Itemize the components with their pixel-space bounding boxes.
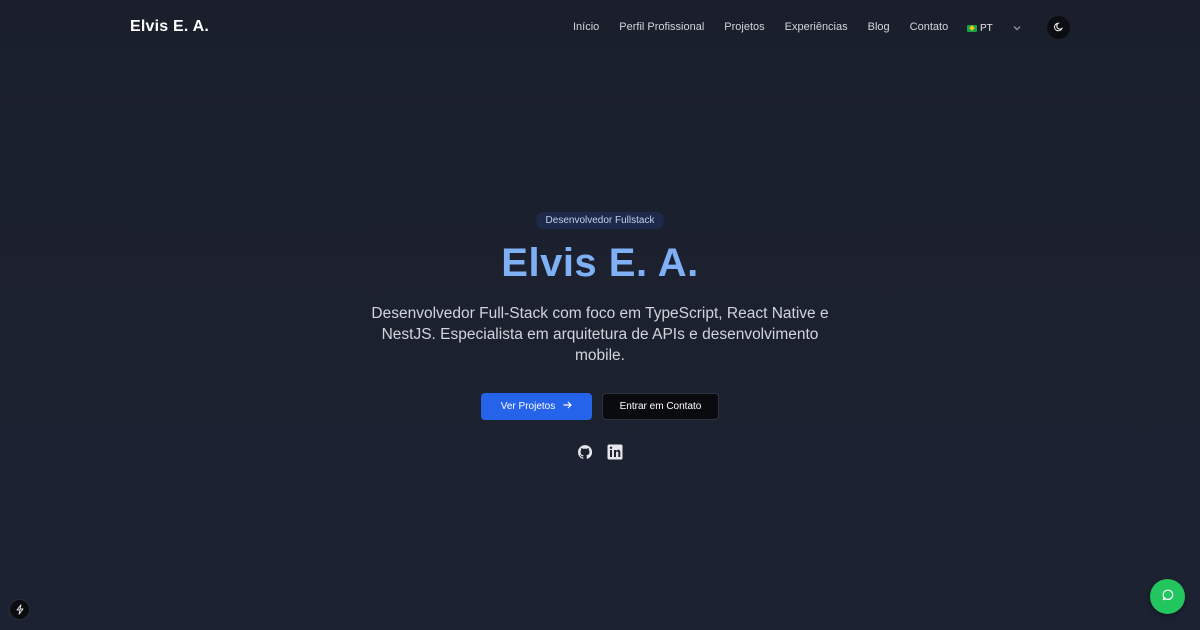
top-navbar: Elvis E. A. Início Perfil Profissional P… [0,0,1200,56]
view-projects-button[interactable]: Ver Projetos [481,393,592,420]
language-selector[interactable]: PT [962,16,1026,40]
nav-link-projetos[interactable]: Projetos [724,21,764,33]
chat-bubble-icon [1162,589,1174,604]
brand-logo[interactable]: Elvis E. A. [130,18,209,36]
brazil-flag-icon [967,24,977,32]
chat-button[interactable] [1150,579,1185,614]
nav-links: Início Perfil Profissional Projetos Expe… [573,21,968,33]
arrow-right-icon [563,401,573,412]
nav-link-experiencias[interactable]: Experiências [785,21,848,33]
lightning-icon[interactable] [9,599,30,620]
contact-button[interactable]: Entrar em Contato [602,393,719,420]
hero-description: Desenvolvedor Full-Stack com foco em Typ… [371,305,829,364]
contact-label: Entrar em Contato [619,401,702,412]
view-projects-label: Ver Projetos [500,401,556,412]
language-label: PT [980,22,993,34]
hero-title: Elvis E. A. [501,241,699,285]
hero-actions: Ver Projetos Entrar em Contato [0,393,1200,420]
nav-link-perfil-profissional[interactable]: Perfil Profissional [619,21,704,33]
nav-link-blog[interactable]: Blog [868,21,890,33]
nav-link-inicio[interactable]: Início [573,21,599,33]
theme-toggle-button[interactable] [1047,16,1070,39]
github-icon[interactable] [577,444,593,460]
social-links [0,444,1200,460]
chevron-down-icon [1013,23,1021,33]
moon-icon [1053,20,1064,35]
role-badge: Desenvolvedor Fullstack [535,212,665,229]
hero-section: Desenvolvedor Fullstack Elvis E. A. Dese… [0,210,1200,460]
nav-link-contato[interactable]: Contato [910,21,949,33]
linkedin-icon[interactable] [607,444,623,460]
